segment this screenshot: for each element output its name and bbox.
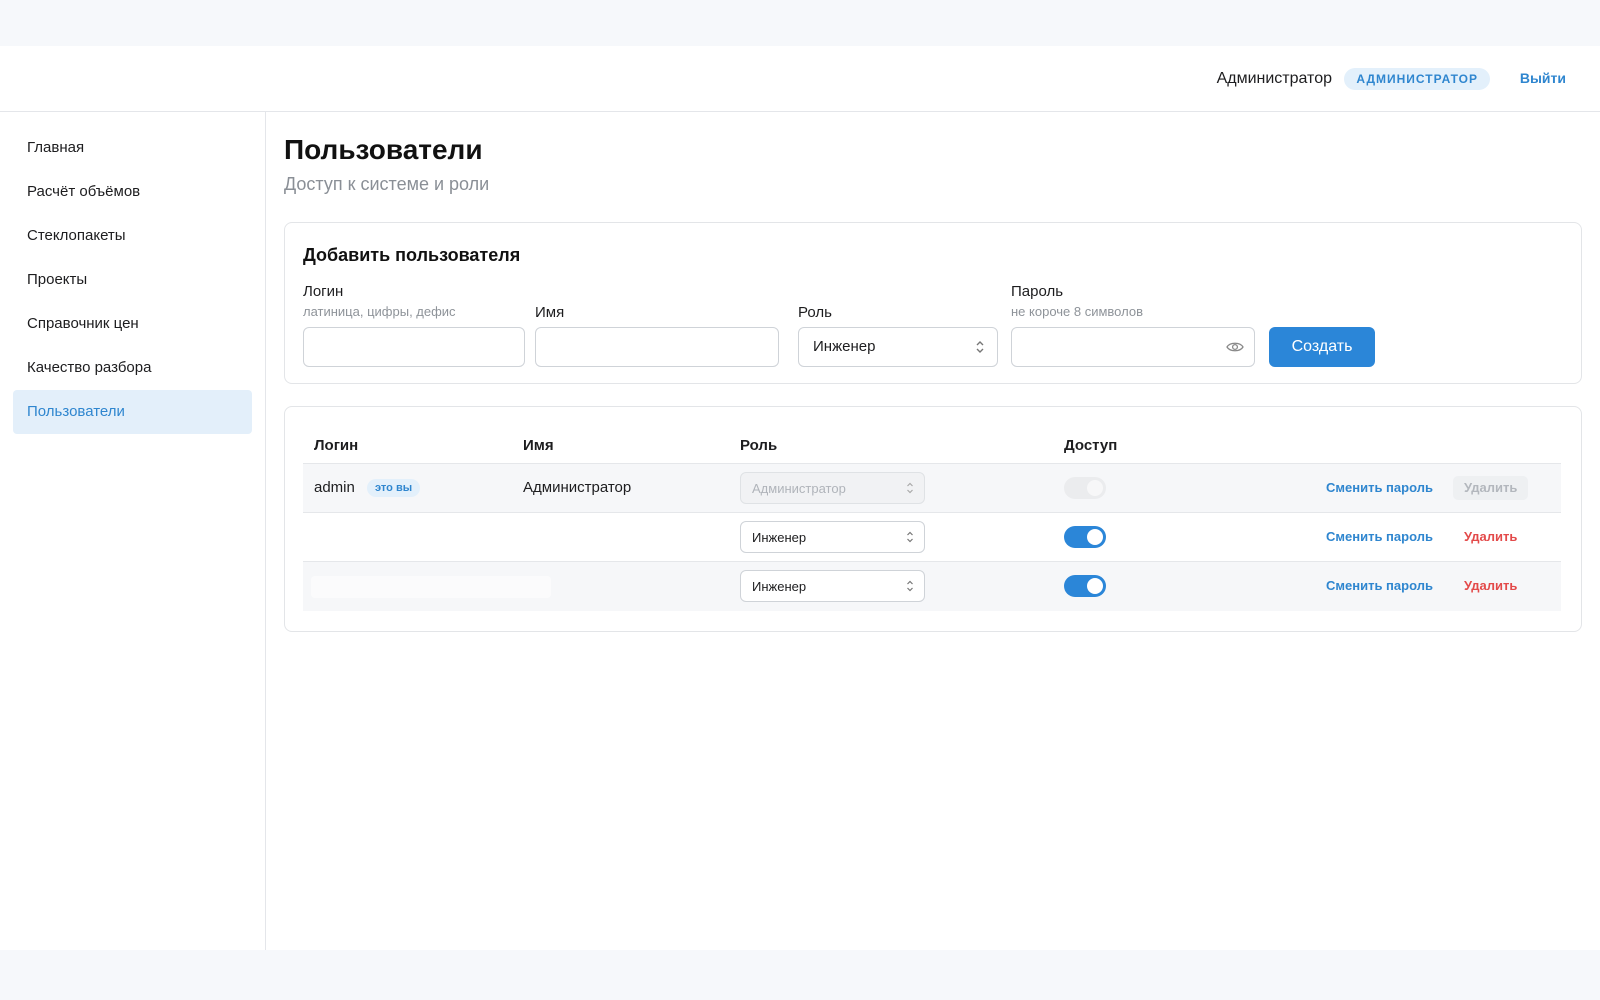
name-label: Имя [535, 304, 565, 321]
column-header-name: Имя [523, 437, 554, 454]
sidebar-item-volume-calc[interactable]: Расчёт объёмов [13, 170, 252, 214]
login-input[interactable] [303, 327, 525, 367]
row-name: Администратор [523, 479, 632, 496]
add-user-title: Добавить пользователя [303, 245, 521, 265]
column-header-role: Роль [740, 437, 778, 454]
create-button[interactable]: Создать [1269, 327, 1375, 367]
chevron-updown-icon [907, 531, 913, 543]
password-input[interactable] [1011, 327, 1255, 367]
toggle-knob [1087, 529, 1103, 545]
page-title: Пользователи [284, 134, 483, 165]
role-badge: АДМИНИСТРАТОР [1344, 68, 1490, 90]
delete-button[interactable]: Удалить [1453, 525, 1528, 549]
add-user-card: Добавить пользователя Логин латиница, ци… [284, 222, 1582, 384]
login-hint: латиница, цифры, дефис [303, 304, 456, 319]
self-badge: это вы [367, 479, 421, 497]
app-header: Администратор АДМИНИСТРАТОР Выйти [0, 46, 1600, 112]
bottom-strip [0, 950, 1600, 1000]
column-header-login: Логин [314, 437, 359, 454]
eye-icon[interactable] [1226, 340, 1244, 354]
name-input[interactable] [535, 327, 779, 367]
sidebar-item-glass-units[interactable]: Стеклопакеты [13, 214, 252, 258]
row-role-value: Инженер [752, 530, 807, 545]
access-toggle[interactable] [1064, 526, 1106, 548]
role-select-value: Инженер [813, 338, 876, 355]
login-label: Логин [303, 283, 344, 300]
toggle-knob [1087, 578, 1103, 594]
row-login: admin [314, 479, 355, 496]
users-table-card: Логин Имя Роль Доступ admin это вы Админ… [284, 406, 1582, 632]
redacted-login [311, 576, 551, 598]
toggle-knob [1087, 480, 1103, 496]
table-row: Инженер Сменить пароль Удалить [303, 513, 1561, 562]
access-toggle [1064, 477, 1106, 499]
top-strip [0, 0, 1600, 46]
sidebar: Главная Расчёт объёмов Стеклопакеты Прое… [0, 112, 266, 950]
chevron-updown-icon [976, 341, 984, 353]
current-user-name: Администратор [1216, 70, 1332, 87]
chevron-updown-icon [907, 482, 913, 494]
access-toggle[interactable] [1064, 575, 1106, 597]
chevron-updown-icon [907, 580, 913, 592]
password-field-group: Пароль не короче 8 символов [1011, 283, 1255, 367]
row-role-value: Инженер [752, 579, 807, 594]
sidebar-item-projects[interactable]: Проекты [13, 258, 252, 302]
delete-button[interactable]: Удалить [1453, 574, 1528, 598]
role-select[interactable]: Инженер [798, 327, 998, 367]
login-field-group: Логин латиница, цифры, дефис [303, 283, 525, 367]
sidebar-item-home[interactable]: Главная [13, 126, 252, 170]
password-hint: не короче 8 символов [1011, 304, 1143, 319]
app-window: Администратор АДМИНИСТРАТОР Выйти Главна… [0, 46, 1600, 950]
page-subtitle: Доступ к системе и роли [284, 174, 490, 194]
delete-button: Удалить [1453, 476, 1529, 500]
row-role-select: Администратор [740, 472, 925, 504]
sidebar-item-users[interactable]: Пользователи [13, 390, 252, 434]
sidebar-item-parse-quality[interactable]: Качество разбора [13, 346, 252, 390]
password-label: Пароль [1011, 283, 1064, 300]
role-label: Роль [798, 304, 832, 321]
sidebar-item-price-list[interactable]: Справочник цен [13, 302, 252, 346]
logout-link[interactable]: Выйти [1520, 70, 1566, 86]
column-header-access: Доступ [1064, 437, 1118, 454]
table-header: Логин Имя Роль Доступ [303, 433, 1561, 464]
row-role-select[interactable]: Инженер [740, 521, 925, 553]
row-role-select[interactable]: Инженер [740, 570, 925, 602]
change-password-link[interactable]: Сменить пароль [1326, 578, 1433, 593]
change-password-link[interactable]: Сменить пароль [1326, 480, 1433, 495]
row-role-value: Администратор [752, 481, 846, 496]
change-password-link[interactable]: Сменить пароль [1326, 529, 1433, 544]
table-row: admin это вы Администратор Администратор… [303, 464, 1561, 513]
table-row: Инженер Сменить пароль Удалить [303, 562, 1561, 611]
